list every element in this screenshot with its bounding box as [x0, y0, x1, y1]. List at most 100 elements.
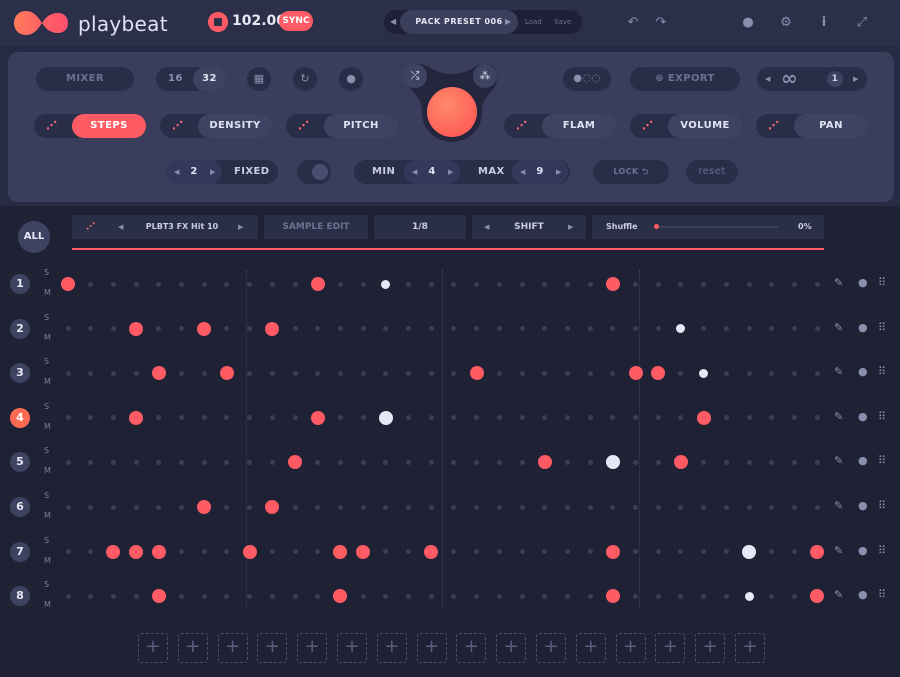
step-cell[interactable] [791, 459, 797, 465]
step-cell[interactable] [315, 370, 321, 376]
steps-mode-button[interactable]: STEPS [72, 114, 146, 138]
export-button[interactable]: ⊕ EXPORT [630, 67, 740, 91]
row-number[interactable]: 4 [10, 407, 30, 428]
step-cell[interactable] [537, 455, 552, 470]
step-cell[interactable] [564, 326, 570, 332]
drag-icon[interactable]: ⠿ [878, 365, 886, 378]
step-cell[interactable] [633, 459, 638, 465]
add-icon[interactable]: + [337, 633, 367, 663]
step-cell[interactable] [269, 281, 275, 287]
expand-icon[interactable]: ⤢ [851, 12, 873, 34]
pitch-mode-button[interactable]: PITCH [324, 114, 398, 138]
load-button[interactable]: Load [525, 10, 542, 34]
step-cell[interactable] [519, 593, 525, 599]
step-cell[interactable] [655, 281, 661, 287]
add-icon[interactable]: + [536, 633, 566, 663]
step-cell[interactable] [65, 415, 71, 421]
step-cell[interactable] [655, 459, 661, 465]
step-cell[interactable] [542, 281, 548, 287]
step-cell[interactable] [247, 459, 253, 465]
dot-icon[interactable]: ● [339, 67, 363, 91]
step-cell[interactable] [791, 549, 797, 555]
step-cell[interactable] [564, 549, 570, 555]
shuffle-slider[interactable] [654, 226, 778, 228]
fixed-value[interactable]: 2 [190, 166, 197, 177]
bpm-display[interactable]: 102.00 [232, 13, 286, 29]
step-cell[interactable] [406, 593, 411, 599]
step-cell[interactable] [424, 544, 439, 559]
step-cell[interactable] [587, 326, 593, 332]
row-number[interactable]: 6 [10, 497, 30, 517]
mute-button[interactable]: M [44, 377, 51, 386]
step-cell[interactable] [360, 281, 366, 287]
step-cell[interactable] [742, 544, 756, 559]
step-cell[interactable] [633, 504, 638, 510]
step-cell[interactable] [519, 281, 525, 287]
step-cell[interactable] [769, 593, 775, 599]
drag-icon[interactable]: ⠿ [878, 321, 886, 334]
step-cell[interactable] [701, 593, 707, 599]
min-next-icon[interactable]: ▶ [448, 160, 454, 184]
step-cell[interactable] [106, 544, 121, 559]
row-number[interactable]: 2 [10, 318, 30, 339]
step-cell[interactable] [65, 504, 71, 510]
mute-button[interactable]: M [44, 422, 51, 431]
step-cell[interactable] [110, 459, 116, 465]
step-cell[interactable] [65, 459, 71, 465]
step-cell[interactable] [519, 504, 525, 510]
step-cell[interactable] [383, 504, 389, 510]
step-cell[interactable] [610, 504, 616, 510]
step-cell[interactable] [628, 366, 643, 381]
step-cell[interactable] [542, 370, 548, 376]
mixer-button[interactable]: MIXER [36, 67, 134, 91]
pattern-dots-button[interactable]: ●◌◌ [563, 67, 611, 91]
min-prev-icon[interactable]: ◀ [412, 160, 418, 184]
step-cell[interactable] [746, 326, 752, 332]
add-icon[interactable]: + [177, 633, 208, 663]
grid-icon[interactable]: ▦ [247, 67, 271, 91]
step-cell[interactable] [723, 326, 729, 332]
step-cell[interactable] [110, 326, 116, 332]
step-cell[interactable] [88, 281, 94, 287]
step-cell[interactable] [110, 281, 116, 287]
step-cell[interactable] [247, 281, 253, 287]
step-cell[interactable] [406, 281, 411, 287]
step-cell[interactable] [605, 589, 620, 604]
step-cell[interactable] [337, 370, 343, 376]
step-cell[interactable] [474, 504, 480, 510]
step-cell[interactable] [151, 544, 166, 559]
step-cell[interactable] [678, 281, 684, 287]
sample-edit-button[interactable]: SAMPLE EDIT [264, 215, 368, 239]
step-cell[interactable] [542, 593, 548, 599]
loop-next-icon[interactable]: ▶ [853, 67, 859, 91]
step-cell[interactable] [633, 593, 638, 599]
step-cell[interactable] [519, 415, 525, 421]
drag-icon[interactable]: ⠿ [878, 454, 886, 467]
step-cell[interactable] [315, 593, 321, 599]
step-cell[interactable] [151, 366, 166, 381]
mute-button[interactable]: M [44, 511, 51, 520]
step-cell[interactable] [406, 370, 411, 376]
preset-prev-icon[interactable]: ◀ [390, 10, 396, 34]
step-cell[interactable] [519, 549, 525, 555]
step-cell[interactable] [564, 281, 570, 287]
step-cell[interactable] [292, 326, 298, 332]
step-cell[interactable] [519, 459, 525, 465]
edit-icon[interactable]: ✎ [834, 410, 843, 423]
step-cell[interactable] [744, 591, 754, 601]
step-cell[interactable] [133, 281, 139, 287]
edit-icon[interactable]: ✎ [834, 499, 843, 512]
step-cell[interactable] [110, 593, 116, 599]
step-cell[interactable] [360, 326, 366, 332]
step-cell[interactable] [746, 281, 752, 287]
step-cell[interactable] [269, 370, 275, 376]
step-cell[interactable] [201, 281, 207, 287]
step-cell[interactable] [633, 281, 638, 287]
add-icon[interactable]: + [575, 633, 606, 663]
step-cell[interactable] [791, 593, 797, 599]
step-cell[interactable] [587, 370, 593, 376]
add-icon[interactable]: + [138, 633, 168, 663]
pitch-random-icon[interactable]: ⋰ [298, 114, 309, 138]
edit-icon[interactable]: ✎ [834, 588, 843, 601]
density-random-icon[interactable]: ⋰ [172, 114, 183, 138]
